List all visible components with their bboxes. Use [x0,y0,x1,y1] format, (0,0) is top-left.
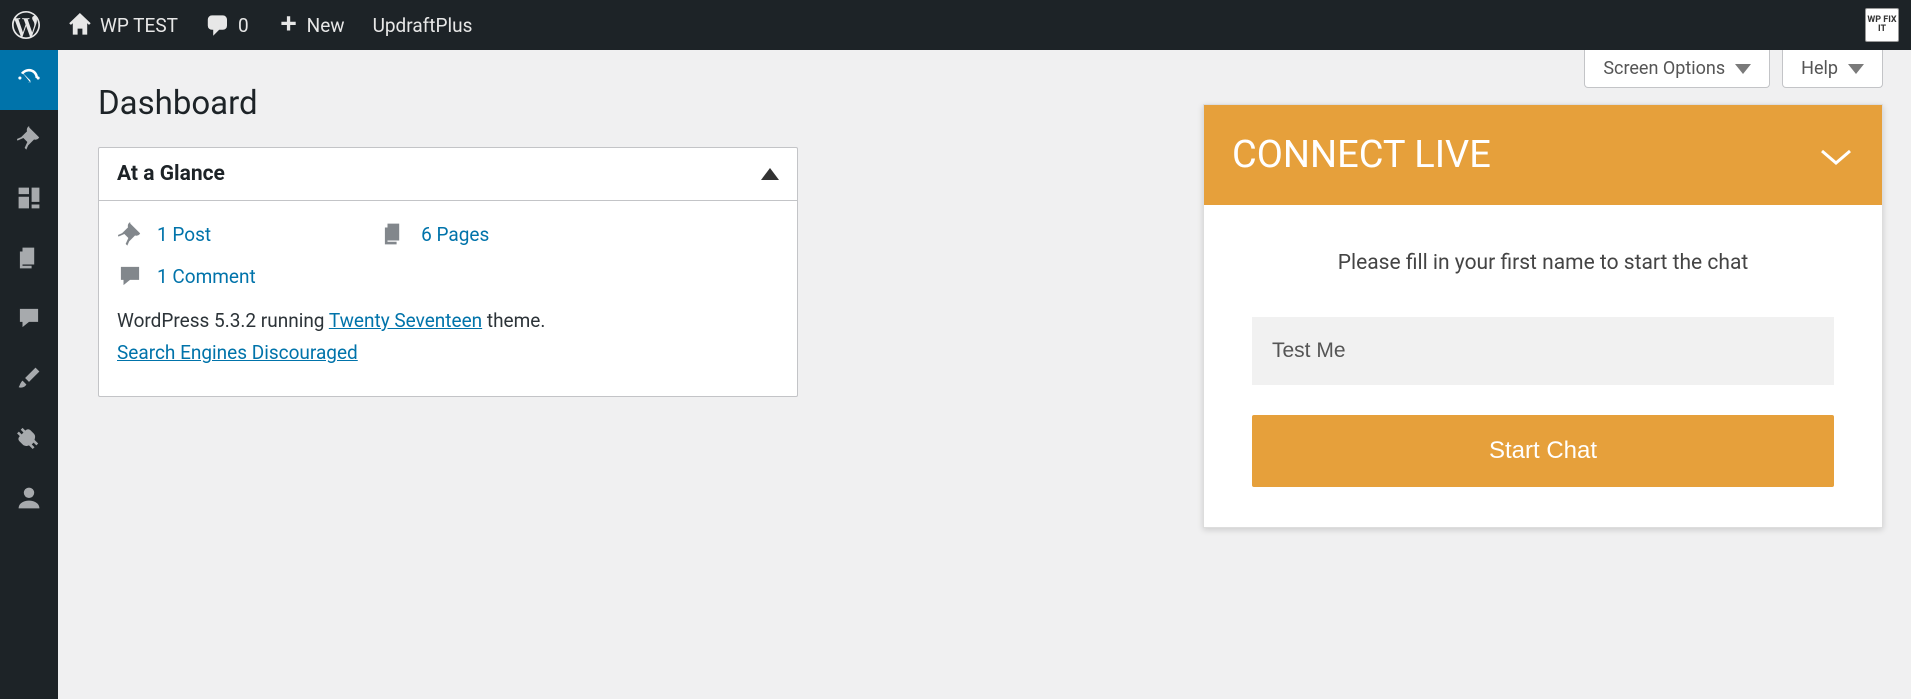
comments-icon [16,305,42,335]
admin-sidebar [0,50,58,699]
screen-options-tab[interactable]: Screen Options [1584,50,1770,88]
brush-icon [16,365,42,395]
pin-icon [117,221,143,247]
site-name[interactable]: WP TEST [68,13,178,37]
plus-icon [277,14,299,36]
glance-pages[interactable]: 6 Pages [381,221,489,247]
sidebar-item-media[interactable] [0,170,58,230]
glance-row: 1 Post 6 Pages [117,221,779,247]
chevron-down-icon [1848,64,1864,74]
sidebar-item-comments[interactable] [0,290,58,350]
connect-body: Please fill in your first name to start … [1204,205,1882,527]
comment-icon [206,13,230,37]
collapse-toggle-icon[interactable] [761,168,779,180]
pin-icon [16,125,42,155]
pages-link[interactable]: 6 Pages [421,223,489,246]
connect-live-panel: CONNECT LIVE Please fill in your first n… [1203,104,1883,528]
version-prefix: WordPress 5.3.2 running [117,309,329,332]
wpfixit-link[interactable]: WP FIX IT [1865,8,1899,42]
theme-link[interactable]: Twenty Seventeen [329,309,482,332]
home-icon [68,13,92,37]
sidebar-item-plugins[interactable] [0,410,58,470]
dashboard-icon [16,65,42,95]
glance-row: 1 Comment [117,263,779,289]
sidebar-item-appearance[interactable] [0,350,58,410]
glance-comments[interactable]: 1 Comment [117,263,256,289]
first-name-input[interactable] [1252,317,1834,385]
media-icon [16,185,42,215]
glance-search-engines: Search Engines Discouraged [117,337,779,369]
admin-bar: WP TEST 0 New UpdraftPlus WP FIX IT [0,0,1911,50]
connect-message: Please fill in your first name to start … [1252,251,1834,275]
pages-icon [16,245,42,275]
main: Screen Options Help Dashboard At a Glanc… [0,50,1911,699]
new-content[interactable]: New [277,14,345,37]
plugin-icon [16,425,42,455]
start-chat-button[interactable]: Start Chat [1252,415,1834,487]
chevron-down-icon [1735,64,1751,74]
screen-meta: Screen Options Help [1584,50,1883,88]
updraftplus-link[interactable]: UpdraftPlus [373,14,473,37]
user-icon [16,485,42,515]
comments-link[interactable]: 1 Comment [157,265,256,288]
comments-link[interactable]: 0 [206,13,249,37]
widget-body: 1 Post 6 Pages 1 Comment [99,201,797,396]
at-a-glance-widget: At a Glance 1 Post 6 Pages [98,147,798,397]
help-label: Help [1801,58,1838,79]
posts-link[interactable]: 1 Post [157,223,211,246]
pages-icon [381,221,407,247]
search-engines-link[interactable]: Search Engines Discouraged [117,341,358,364]
help-tab[interactable]: Help [1782,50,1883,88]
connect-header[interactable]: CONNECT LIVE [1204,105,1882,205]
updraft-label: UpdraftPlus [373,14,473,37]
sidebar-item-pages[interactable] [0,230,58,290]
new-label: New [307,14,345,37]
screen-options-label: Screen Options [1603,58,1725,79]
wordpress-logo[interactable] [12,11,40,39]
glance-posts[interactable]: 1 Post [117,221,211,247]
content: Screen Options Help Dashboard At a Glanc… [58,50,1911,699]
comment-icon [117,263,143,289]
sidebar-item-posts[interactable] [0,110,58,170]
glance-version: WordPress 5.3.2 running Twenty Seventeen… [117,305,779,337]
wordpress-icon [12,11,40,39]
wpfixit-icon: WP FIX IT [1865,8,1899,42]
site-name-label: WP TEST [100,14,178,37]
sidebar-item-users[interactable] [0,470,58,530]
sidebar-item-dashboard[interactable] [0,50,58,110]
theme-suffix: theme. [482,309,545,332]
widget-header: At a Glance [99,148,797,201]
widget-title: At a Glance [117,162,225,186]
comments-count: 0 [238,14,249,37]
chevron-down-icon [1818,133,1854,177]
connect-title: CONNECT LIVE [1232,133,1491,177]
